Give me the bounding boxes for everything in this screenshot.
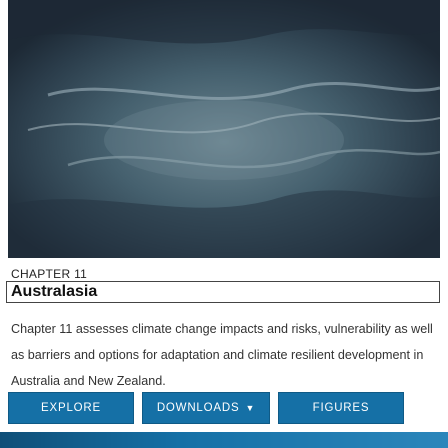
chevron-down-icon: ▼	[245, 403, 256, 413]
downloads-label: DOWNLOADS	[156, 402, 240, 414]
chapter-description: Chapter 11 assesses climate change impac…	[11, 322, 433, 388]
chapter-label: CHAPTER 11	[11, 267, 88, 281]
explore-label: EXPLORE	[41, 402, 101, 414]
page-title: Australasia	[11, 283, 98, 300]
hero-image	[8, 0, 440, 258]
figures-label: FIGURES	[312, 402, 370, 414]
downloads-button[interactable]: DOWNLOADS ▼	[142, 392, 270, 424]
figures-button[interactable]: FIGURES	[278, 392, 404, 424]
action-buttons: EXPLORE DOWNLOADS ▼ FIGURES	[8, 392, 440, 432]
explore-button[interactable]: EXPLORE	[8, 392, 134, 424]
footer-band	[0, 432, 448, 448]
ocean-photo	[8, 0, 440, 258]
title-box: Australasia	[6, 281, 440, 303]
